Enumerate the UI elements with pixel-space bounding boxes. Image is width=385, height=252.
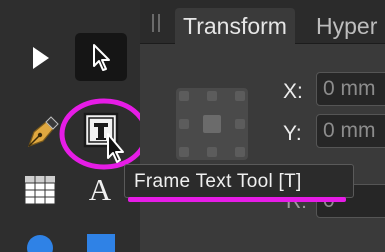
move-tool-button[interactable] [24,38,58,78]
x-label: X: [283,80,303,103]
transform-panel: Transform Hyper X: 0 mm Y: 0 mm R: 0 ° [140,0,385,252]
ellipse-tool-icon [27,235,53,252]
tab-transform[interactable]: Transform [175,8,295,44]
anchor-point-selector[interactable] [176,88,248,160]
pen-tool-icon [28,116,59,147]
panel-grip-handle[interactable] [150,14,162,32]
tab-hyperlinks[interactable]: Hyper [308,8,385,44]
rectangle-tool-button[interactable] [84,232,118,252]
x-position-field[interactable]: 0 mm [316,72,385,106]
y-label: Y: [283,122,302,145]
table-tool-icon [24,175,56,205]
ellipse-tool-button[interactable] [24,232,56,252]
table-tool-button[interactable] [22,172,58,208]
frame-text-tool-icon [59,98,149,170]
rectangle-tool-icon [87,234,115,252]
tools-panel: A [0,0,149,252]
node-tool-button[interactable] [75,33,127,81]
artistic-text-tool-icon: A [88,172,112,207]
panel-tab-bar: Transform Hyper [140,0,385,44]
node-tool-icon [93,44,110,71]
pen-tool-button[interactable] [22,112,62,152]
frame-text-tool-button[interactable] [58,98,152,174]
move-tool-icon [33,47,49,69]
artistic-text-tool-button[interactable]: A [82,172,118,208]
tool-tooltip: Frame Text Tool [T] [124,164,354,198]
highlight-underline [128,197,346,202]
y-position-field[interactable]: 0 mm [316,114,385,148]
